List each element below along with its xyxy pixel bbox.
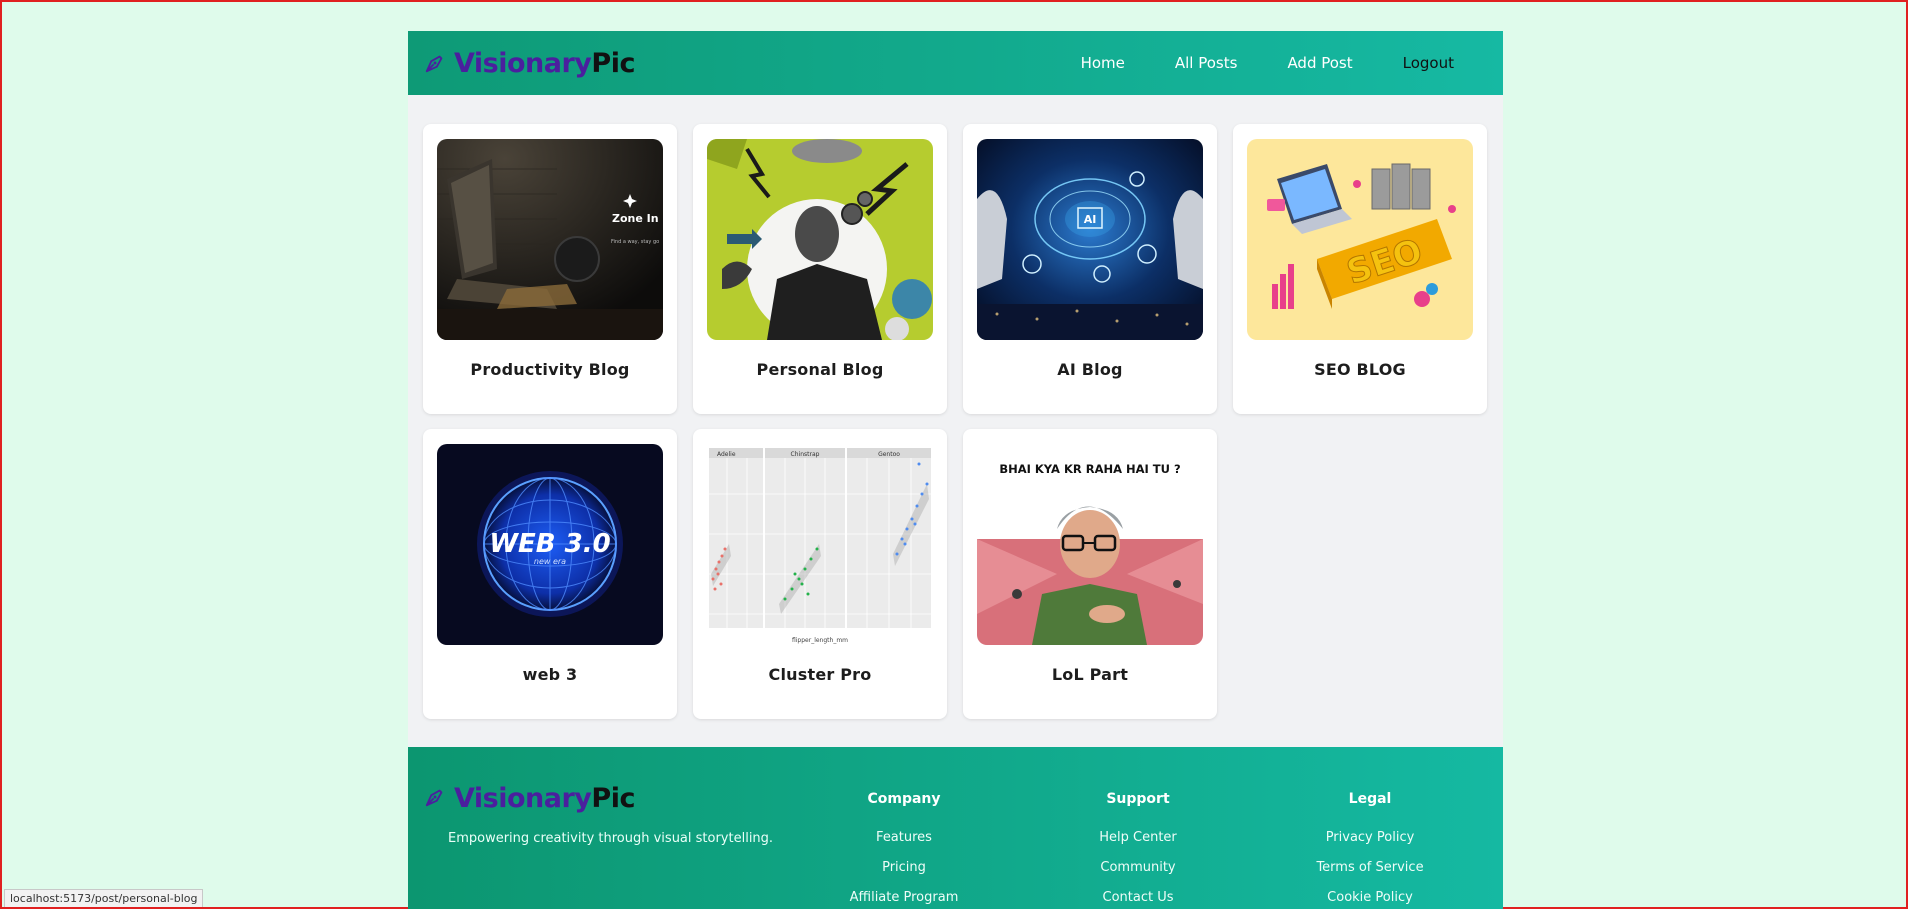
brand-name: VisionaryPic <box>454 47 635 79</box>
footer-heading: Support <box>1106 791 1170 807</box>
footer-heading: Legal <box>1348 791 1392 807</box>
post-card-seo[interactable]: SEO SEO BLOG <box>1233 124 1487 414</box>
post-thumbnail: BHAI KYA KR RAHA HAI TU ? <box>977 444 1203 645</box>
post-thumbnail: SEO <box>1247 139 1473 340</box>
post-card-productivity[interactable]: Zone In Find a way, stay go Productivity… <box>423 124 677 414</box>
post-title: Cluster Pro <box>768 665 872 684</box>
facet-label: Adelie <box>717 451 736 458</box>
post-title: SEO BLOG <box>1314 360 1406 379</box>
footer-link-affiliate[interactable]: Affiliate Program <box>814 890 994 905</box>
image-caption: WEB 3.0 <box>489 529 610 559</box>
post-thumbnail <box>707 139 933 340</box>
footer-brand-logo[interactable]: VisionaryPic <box>424 783 635 814</box>
post-title: AI Blog <box>1057 360 1123 379</box>
brand-logo[interactable]: VisionaryPic <box>424 48 635 79</box>
footer-link-cookie[interactable]: Cookie Policy <box>1280 890 1460 905</box>
nav-all-posts[interactable]: All Posts <box>1150 54 1263 72</box>
brand-name: VisionaryPic <box>454 783 635 814</box>
post-thumbnail: WEB 3.0 new era <box>437 444 663 645</box>
nav-logout[interactable]: Logout <box>1378 54 1479 72</box>
footer-link-pricing[interactable]: Pricing <box>814 860 994 875</box>
footer-link-terms[interactable]: Terms of Service <box>1280 860 1460 875</box>
app-container: VisionaryPic Home All Posts Add Post Log… <box>408 31 1503 909</box>
post-title: Productivity Blog <box>470 360 630 379</box>
post-card-ai[interactable]: AI AI Blog <box>963 124 1217 414</box>
post-card-web3[interactable]: WEB 3.0 new era web 3 <box>423 429 677 719</box>
footer: VisionaryPic Empowering creativity throu… <box>408 747 1503 909</box>
nav-add-post[interactable]: Add Post <box>1262 54 1377 72</box>
footer-link-features[interactable]: Features <box>814 830 994 845</box>
image-caption: Zone In <box>612 212 659 225</box>
post-thumbnail: Zone In Find a way, stay go <box>437 139 663 340</box>
footer-link-community[interactable]: Community <box>1048 860 1228 875</box>
facet-label: Chinstrap <box>791 451 820 458</box>
footer-tagline: Empowering creativity through visual sto… <box>448 831 774 846</box>
post-title: Personal Blog <box>756 360 884 379</box>
posts-grid: Zone In Find a way, stay go Productivity… <box>423 124 1487 719</box>
pen-nib-icon <box>424 786 446 812</box>
footer-link-help-center[interactable]: Help Center <box>1048 830 1228 845</box>
main-nav: Home All Posts Add Post Logout <box>1056 54 1479 72</box>
footer-link-contact[interactable]: Contact Us <box>1048 890 1228 905</box>
post-card-lol[interactable]: BHAI KYA KR RAHA HAI TU ? LoL Part <box>963 429 1217 719</box>
image-caption: AI <box>1084 213 1097 226</box>
footer-col-company: Company Features Pricing Affiliate Progr… <box>814 791 994 909</box>
post-thumbnail: Adelie Chinstrap Gentoo flipper_length_m… <box>707 444 933 645</box>
post-card-personal[interactable]: Personal Blog <box>693 124 947 414</box>
post-card-cluster[interactable]: Adelie Chinstrap Gentoo flipper_length_m… <box>693 429 947 719</box>
post-thumbnail: AI <box>977 139 1203 340</box>
footer-heading: Company <box>867 791 941 807</box>
image-subcaption: new era <box>534 557 566 566</box>
post-title: web 3 <box>522 665 578 684</box>
facet-label: Gentoo <box>878 451 900 458</box>
nav-home[interactable]: Home <box>1056 54 1150 72</box>
footer-col-legal: Legal Privacy Policy Terms of Service Co… <box>1280 791 1460 909</box>
navbar: VisionaryPic Home All Posts Add Post Log… <box>408 31 1503 95</box>
footer-col-support: Support Help Center Community Contact Us <box>1048 791 1228 909</box>
image-caption: BHAI KYA KR RAHA HAI TU ? <box>999 462 1180 476</box>
browser-status-url: localhost:5173/post/personal-blog <box>4 889 204 907</box>
axis-label: flipper_length_mm <box>792 637 848 644</box>
footer-link-privacy[interactable]: Privacy Policy <box>1280 830 1460 845</box>
post-title: LoL Part <box>1051 665 1129 684</box>
image-subcaption: Find a way, stay go <box>611 239 659 245</box>
pen-nib-icon <box>424 52 446 74</box>
